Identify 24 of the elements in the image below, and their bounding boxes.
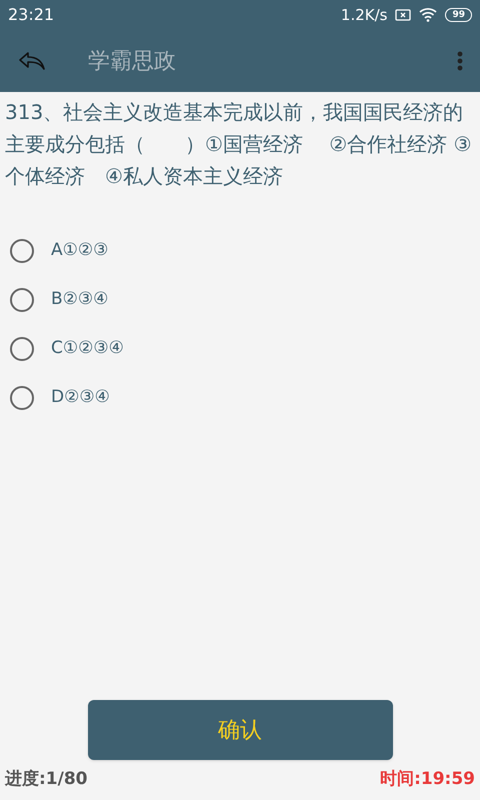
more-icon	[457, 51, 463, 71]
radio-button[interactable]	[10, 238, 34, 262]
answer-option[interactable]: C①②③④	[0, 324, 480, 373]
app-title: 学霸思政	[88, 48, 176, 76]
radio-button[interactable]	[10, 288, 34, 312]
timer-text: 时间:19:59	[380, 768, 475, 792]
radio-button[interactable]	[10, 336, 34, 360]
option-label: D②③④	[51, 386, 110, 409]
network-speed: 1.2K/s	[340, 4, 388, 26]
progress-text: 进度:1/80	[5, 768, 88, 792]
sim-icon	[395, 9, 412, 21]
answer-option[interactable]: A①②③	[0, 226, 480, 275]
status-time: 23:21	[8, 4, 54, 26]
battery-level: 99	[445, 8, 472, 22]
option-label: A①②③	[51, 238, 108, 262]
radio-button[interactable]	[10, 386, 34, 410]
answer-option[interactable]: D②③④	[0, 373, 480, 422]
wifi-icon	[419, 8, 438, 22]
confirm-button[interactable]: 确认	[88, 700, 392, 760]
option-label: B②③④	[51, 288, 108, 311]
option-label: C①②③④	[51, 336, 124, 360]
question-text: 313、社会主义改造基本完成以前，我国国民经济的主要成分包括（ ）①国营经济 ②合作社经济 ③个体经济 ④私人资本主义经济	[4, 99, 473, 190]
reply-arrow-icon	[18, 51, 46, 71]
answer-option[interactable]: B②③④	[0, 275, 480, 324]
